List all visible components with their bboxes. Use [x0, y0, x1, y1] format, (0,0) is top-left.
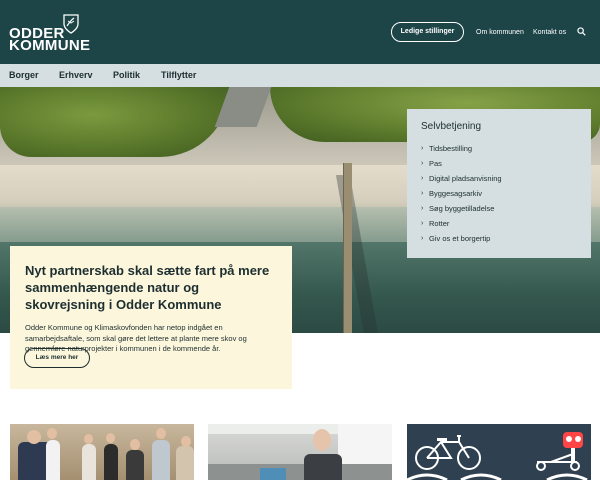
chevron-right-icon: › [421, 190, 424, 197]
photo-person [126, 450, 144, 480]
chevron-right-icon: › [421, 160, 424, 167]
photo-box [260, 468, 286, 480]
logo-text-kommune: KOMMUNE [9, 37, 91, 54]
self-service-item-pas[interactable]: › Pas [421, 156, 591, 171]
self-service-item-label: Byggesagsarkiv [429, 189, 482, 198]
photo-person [46, 440, 60, 480]
news-tile-kitchen-photo[interactable] [208, 424, 392, 480]
photo-head [130, 439, 140, 450]
photo-head [156, 428, 166, 439]
read-more-button[interactable]: Læs mere her [24, 348, 90, 368]
photo-person [152, 440, 170, 480]
nav-item-borger[interactable]: Borger [9, 70, 39, 81]
self-service-panel: Selvbetjening › Tidsbestilling › Pas › Digi… [407, 109, 591, 258]
self-service-title: Selvbetjening [421, 121, 482, 132]
nav-item-tilflytter[interactable]: Tilflytter [161, 70, 196, 81]
hero-pier [343, 163, 352, 333]
news-card: Nyt partnerskab skal sætte fart på mere … [10, 246, 292, 389]
chevron-right-icon: › [421, 220, 424, 227]
self-service-item-label: Giv os et borgertip [429, 234, 491, 243]
about-link[interactable]: Om kommunen [476, 28, 524, 37]
odder-kommune-logo[interactable]: ODDER KOMMUNE [9, 14, 91, 54]
scooter-robot-icon [536, 432, 588, 480]
photo-head [181, 436, 191, 447]
site-header: ODDER KOMMUNE Ledige stillinger Om kommu… [0, 0, 600, 64]
self-service-item-label: Rotter [429, 219, 450, 228]
photo-head [84, 434, 93, 444]
self-service-item-byggesagsarkiv[interactable]: › Byggesagsarkiv [421, 186, 591, 201]
chevron-right-icon: › [421, 235, 424, 242]
jobs-button[interactable]: Ledige stillinger [391, 22, 464, 42]
chevron-right-icon: › [421, 145, 424, 152]
self-service-item-label: Søg byggetilladelse [429, 204, 495, 213]
crest-icon [63, 14, 79, 34]
photo-person [304, 454, 342, 480]
contact-link[interactable]: Kontakt os [533, 28, 566, 37]
chevron-right-icon: › [421, 175, 424, 182]
photo-person [82, 444, 96, 480]
self-service-item-tidsbestilling[interactable]: › Tidsbestilling [421, 141, 591, 156]
photo-head [313, 429, 331, 451]
photo-head [47, 428, 57, 439]
photo-person [104, 444, 118, 480]
self-service-item-digital-pladsanvisning[interactable]: › Digital pladsanvisning [421, 171, 591, 186]
nav-item-politik[interactable]: Politik [113, 70, 140, 81]
chevron-right-icon: › [421, 205, 424, 212]
news-title[interactable]: Nyt partnerskab skal sætte fart på mere … [25, 262, 278, 313]
self-service-item-rotter[interactable]: › Rotter [421, 216, 591, 231]
photo-counter [208, 464, 392, 480]
self-service-item-label: Pas [429, 159, 442, 168]
photo-head [106, 433, 115, 443]
search-icon[interactable] [577, 27, 586, 36]
self-service-item-label: Digital pladsanvisning [429, 174, 502, 183]
news-tile-mobility-illustration[interactable] [407, 424, 591, 480]
photo-head [27, 430, 41, 444]
main-nav: Borger Erhverv Politik Tilflytter [0, 64, 600, 87]
photo-person [176, 446, 194, 480]
hero-trees-left [0, 87, 230, 157]
nav-item-erhverv[interactable]: Erhverv [59, 70, 93, 81]
self-service-item-label: Tidsbestilling [429, 144, 473, 153]
news-tile-meeting-photo[interactable] [10, 424, 194, 480]
self-service-item-borgertip[interactable]: › Giv os et borgertip [421, 231, 591, 246]
self-service-item-byggetilladelse[interactable]: › Søg byggetilladelse [421, 201, 591, 216]
